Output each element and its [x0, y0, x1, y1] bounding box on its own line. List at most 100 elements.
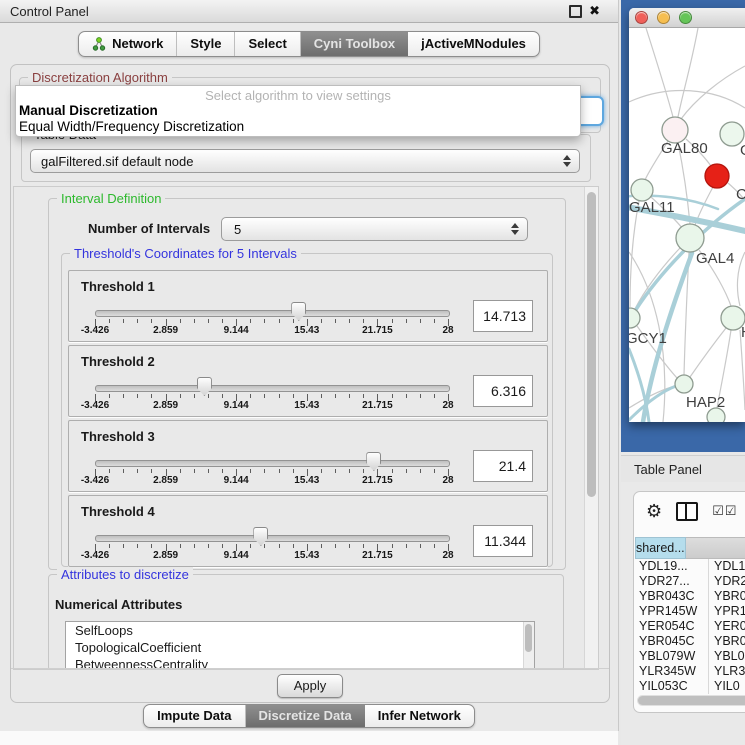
cell-name[interactable]: YBR0 — [709, 589, 745, 604]
table-row[interactable]: YLR345WYLR3 — [635, 664, 745, 679]
network-canvas[interactable]: GAL80GACGAL11GAL4GCY1HHAP2 — [629, 28, 745, 422]
cell-name[interactable]: YER0 — [709, 619, 745, 634]
cell-name[interactable]: YBR0 — [709, 634, 745, 649]
column-layout-icon[interactable] — [676, 502, 698, 521]
threshold-2-slider-track[interactable] — [95, 385, 450, 392]
tab-discretize-data[interactable]: Discretize Data — [246, 705, 365, 727]
network-edge[interactable] — [629, 91, 745, 108]
threshold-1-value-field[interactable]: 14.713 — [473, 300, 533, 332]
table-horizontal-scrollbar[interactable] — [637, 695, 745, 706]
cell-shared-name[interactable]: YBR045C — [635, 634, 709, 649]
network-node-red-node[interactable] — [705, 164, 729, 188]
settings-scrollbar-thumb[interactable] — [587, 192, 596, 497]
slider-tick-label: 28 — [442, 550, 453, 561]
cell-name[interactable]: YLR3 — [709, 664, 745, 679]
tab-infer-network[interactable]: Infer Network — [365, 705, 474, 727]
table-hscrollbar-thumb[interactable] — [638, 696, 745, 705]
gear-icon[interactable]: ⚙ — [646, 502, 662, 520]
network-edge[interactable] — [737, 252, 745, 306]
dropdown-option-manual-discretization[interactable]: Manual Discretization — [16, 103, 580, 119]
threshold-3-slider-handle[interactable] — [366, 452, 381, 471]
threshold-3-slider-track[interactable] — [95, 460, 450, 467]
threshold-2-value-field[interactable]: 6.316 — [473, 375, 533, 407]
network-node-GAL4[interactable] — [676, 224, 704, 252]
table-row[interactable]: YDL19...YDL1 — [635, 559, 745, 574]
network-edge[interactable] — [630, 201, 639, 307]
attribute-list-item[interactable]: SelfLoops — [66, 622, 534, 639]
network-edge[interactable] — [646, 28, 673, 117]
cell-shared-name[interactable]: YIL053C — [635, 679, 709, 694]
network-edge-highlighted[interactable] — [629, 386, 676, 420]
tab-jactivemnodules[interactable]: jActiveMNodules — [408, 32, 539, 56]
cell-shared-name[interactable]: YBL079W — [635, 649, 709, 664]
close-traffic-light-icon[interactable] — [635, 11, 648, 24]
table-row[interactable]: YBR043CYBR0 — [635, 589, 745, 604]
number-of-intervals-combobox[interactable]: 5 — [221, 217, 528, 241]
slider-tick — [222, 319, 223, 323]
slider-tick — [250, 394, 251, 398]
network-edge[interactable] — [681, 66, 745, 119]
attribute-list-item[interactable]: TopologicalCoefficient — [66, 639, 534, 656]
attributes-list-scrollbar[interactable] — [523, 622, 534, 669]
tab-discretize-data-label: Discretize Data — [259, 705, 352, 727]
bottom-tab-bar: Impute Data Discretize Data Infer Networ… — [0, 704, 618, 728]
network-node-label: H — [741, 324, 745, 341]
table-row[interactable]: YER054CYER0 — [635, 619, 745, 634]
slider-tick-label: 9.144 — [224, 475, 249, 486]
network-node-GAL11[interactable] — [631, 179, 653, 201]
close-icon[interactable]: ✖ — [589, 5, 600, 17]
dropdown-option-equal-width[interactable]: Equal Width/Frequency Discretization — [16, 119, 580, 135]
cell-shared-name[interactable]: YLR345W — [635, 664, 709, 679]
table-row[interactable]: YIL053CYIL0 — [635, 679, 745, 694]
minimize-traffic-light-icon[interactable] — [657, 11, 670, 24]
threshold-2-slider-handle[interactable] — [197, 377, 212, 396]
slider-tick — [123, 319, 124, 323]
float-window-icon[interactable] — [569, 5, 582, 18]
table-row[interactable]: YBR045CYBR0 — [635, 634, 745, 649]
cell-shared-name[interactable]: YER054C — [635, 619, 709, 634]
slider-tick-label: -3.426 — [81, 325, 109, 336]
slider-tick — [392, 394, 393, 398]
table-row[interactable]: YBL079WYBL0 — [635, 649, 745, 664]
cell-shared-name[interactable]: YDR27... — [635, 574, 709, 589]
tab-cyni-toolbox[interactable]: Cyni Toolbox — [301, 32, 408, 56]
table-row[interactable]: YDR27...YDR2 — [635, 574, 745, 589]
network-edge[interactable] — [740, 330, 745, 410]
threshold-1-slider-track[interactable] — [95, 310, 450, 317]
cell-name[interactable]: YDL1 — [709, 559, 745, 574]
settings-vertical-scrollbar[interactable] — [584, 187, 598, 669]
tab-impute-data[interactable]: Impute Data — [144, 705, 245, 727]
apply-button[interactable]: Apply — [277, 674, 343, 698]
cell-shared-name[interactable]: YPR145W — [635, 604, 709, 619]
network-edge[interactable] — [690, 328, 726, 377]
threshold-3-label: Threshold 3 — [81, 429, 155, 444]
cell-shared-name[interactable]: YDL19... — [635, 559, 709, 574]
slider-tick — [392, 469, 393, 473]
tab-select[interactable]: Select — [235, 32, 300, 56]
column-header-shared-name[interactable]: shared... — [635, 537, 686, 559]
cell-name[interactable]: YPR1 — [709, 604, 745, 619]
select-columns-icons[interactable]: ☑☑ — [712, 503, 737, 519]
cell-name[interactable]: YIL0 — [709, 679, 745, 694]
cell-name[interactable]: YBL0 — [709, 649, 745, 664]
threshold-3-value-field[interactable]: 21.4 — [473, 450, 533, 482]
table-data-combobox[interactable]: galFiltered.sif default node — [30, 149, 580, 173]
threshold-4-slider-handle[interactable] — [253, 527, 268, 546]
table-row[interactable]: YPR145WYPR1 — [635, 604, 745, 619]
zoom-traffic-light-icon[interactable] — [679, 11, 692, 24]
cell-name[interactable]: YDR2 — [709, 574, 745, 589]
tab-network[interactable]: Network — [79, 32, 177, 56]
slider-tick — [208, 394, 209, 398]
attributes-group-title: Attributes to discretize — [57, 567, 193, 582]
column-header-name[interactable]: na — [686, 537, 745, 559]
attributes-group: Attributes to discretize Numerical Attri… — [48, 574, 564, 670]
thresholds-group-title: Threshold's Coordinates for 5 Intervals — [70, 246, 301, 261]
tab-style[interactable]: Style — [177, 32, 235, 56]
slider-tick — [434, 319, 435, 323]
network-node-HAP2[interactable] — [675, 375, 693, 393]
network-node-GCY1[interactable] — [629, 308, 640, 328]
threshold-4-slider-track[interactable] — [95, 535, 450, 542]
cell-shared-name[interactable]: YBR043C — [635, 589, 709, 604]
threshold-4-value-field[interactable]: 11.344 — [473, 525, 533, 557]
slider-tick — [123, 544, 124, 548]
